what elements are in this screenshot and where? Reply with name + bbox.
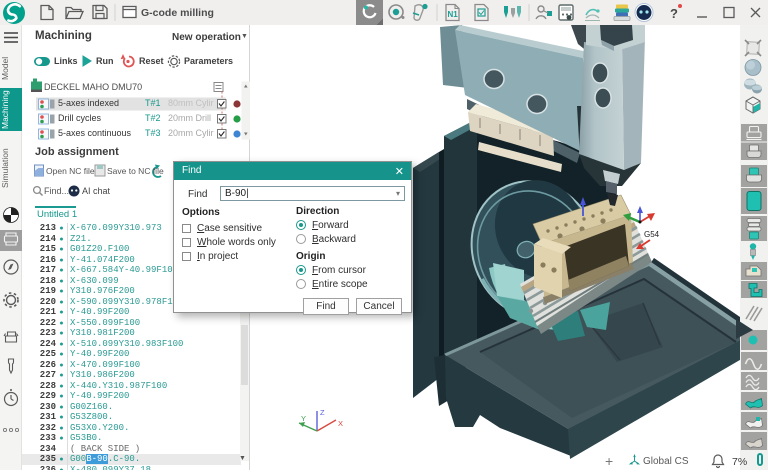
- svg-text:?: ?: [670, 6, 678, 21]
- svg-text:Y: Y: [301, 414, 306, 423]
- svg-text:X: X: [338, 419, 343, 428]
- svg-text:G54: G54: [644, 230, 660, 239]
- svg-text:N1: N1: [448, 10, 459, 19]
- svg-text:Z: Z: [320, 408, 325, 417]
